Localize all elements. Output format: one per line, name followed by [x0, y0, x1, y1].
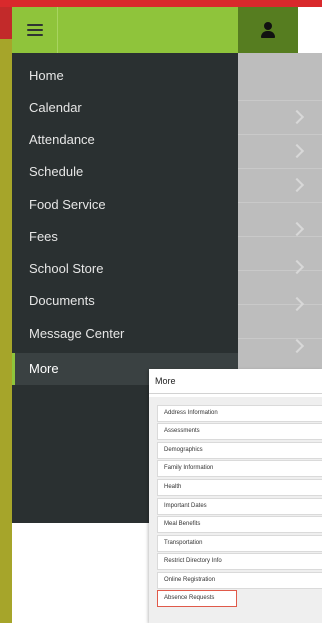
nav-item-home[interactable]: Home — [12, 60, 238, 92]
hamburger-menu-icon — [26, 24, 43, 36]
user-icon — [260, 22, 276, 38]
more-item-address-information[interactable]: Address Information — [157, 405, 322, 422]
background-list-row — [238, 338, 322, 370]
menu-toggle-button[interactable] — [12, 7, 58, 53]
more-item-absence-requests[interactable]: Absence Requests — [157, 590, 237, 607]
more-item-demographics[interactable]: Demographics — [157, 442, 322, 459]
background-list-row — [238, 168, 322, 200]
nav-item-calendar[interactable]: Calendar — [12, 92, 238, 124]
nav-item-school-store[interactable]: School Store — [12, 253, 238, 285]
more-item-assessments[interactable]: Assessments — [157, 423, 322, 440]
background-list-row — [238, 134, 322, 166]
more-item-restrict-directory-info[interactable]: Restrict Directory Info — [157, 553, 322, 570]
background-left-strip-top — [0, 7, 12, 39]
more-menu-title: More — [155, 376, 176, 386]
background-list-row — [238, 304, 322, 336]
divider — [149, 393, 322, 394]
background-list-row — [238, 53, 322, 100]
top-red-bar — [0, 0, 322, 7]
more-item-health[interactable]: Health — [157, 479, 322, 496]
more-item-meal-benefits[interactable]: Meal Benefits — [157, 516, 322, 533]
header-right-area — [298, 7, 322, 53]
background-list-row — [238, 270, 322, 302]
nav-item-documents[interactable]: Documents — [12, 285, 238, 317]
nav-item-attendance[interactable]: Attendance — [12, 124, 238, 156]
background-left-strip — [0, 7, 12, 623]
background-list-row — [238, 100, 322, 132]
nav-item-message-center[interactable]: Message Center — [12, 318, 238, 350]
background-list-row — [238, 202, 322, 234]
more-item-online-registration[interactable]: Online Registration — [157, 572, 322, 589]
nav-item-schedule[interactable]: Schedule — [12, 156, 238, 188]
background-list-row — [238, 236, 322, 268]
nav-item-fees[interactable]: Fees — [12, 221, 238, 253]
more-item-important-dates[interactable]: Important Dates — [157, 498, 322, 515]
more-item-family-information[interactable]: Family Information — [157, 460, 322, 477]
user-menu-button[interactable] — [238, 7, 298, 53]
nav-item-food-service[interactable]: Food Service — [12, 189, 238, 221]
more-menu-popup: More Address Information Assessments Dem… — [149, 369, 322, 623]
more-item-transportation[interactable]: Transportation — [157, 535, 322, 552]
